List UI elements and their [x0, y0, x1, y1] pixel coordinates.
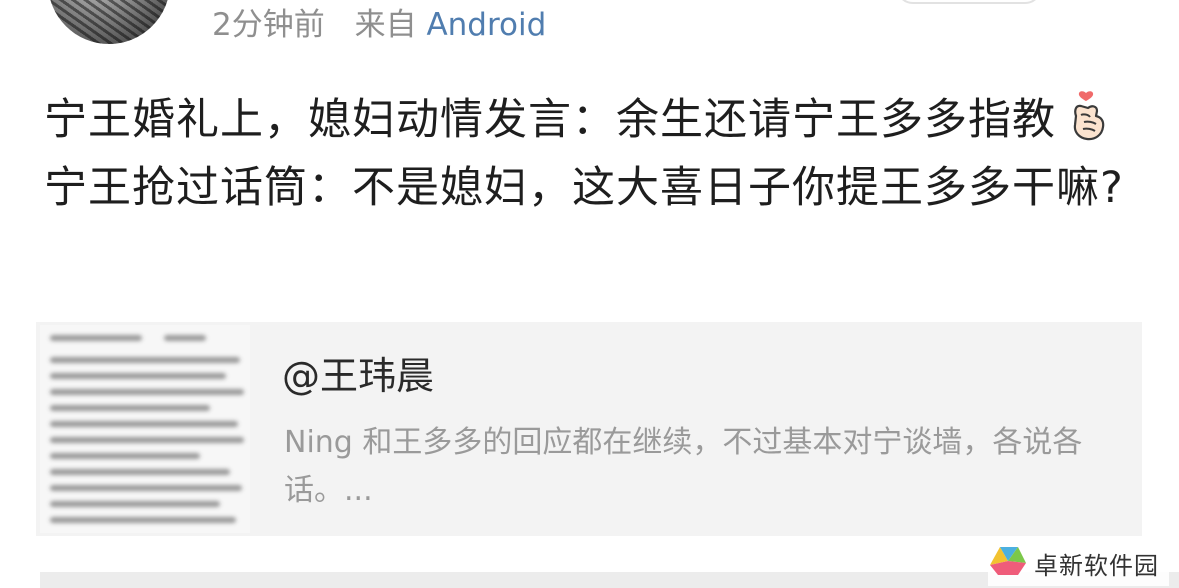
post-meta: 2分钟前 来自 Android — [212, 5, 546, 45]
source-label: 来自 — [354, 7, 417, 43]
link-card-title: @王玮晨 — [282, 354, 435, 398]
source-link[interactable]: Android — [426, 7, 546, 43]
post-text-part1: 宁王婚礼上，媳妇动情发言：余生还请宁王多多指教 — [44, 95, 1056, 145]
follow-button[interactable] — [896, 0, 1042, 4]
watermark-logo-icon — [988, 543, 1028, 583]
post-time: 2分钟前 — [212, 7, 325, 43]
author-avatar[interactable] — [48, 0, 170, 44]
watermark: 卓新软件园 — [988, 540, 1169, 586]
watermark-text: 卓新软件园 — [1034, 551, 1159, 580]
post-text-part2: 宁王抢过话筒：不是媳妇，这大喜日子你提王多多干嘛? — [44, 163, 1124, 213]
post-text: 宁王婚礼上，媳妇动情发言：余生还请宁王多多指教 宁王抢过话筒：不是媳妇，这大喜日… — [44, 86, 1134, 222]
link-card[interactable]: @王玮晨 Ning 和王多多的回应都在继续，不过基本对宁谈墙，各说各话。... — [36, 322, 1142, 536]
link-card-thumbnail — [40, 325, 250, 533]
link-card-description: Ning 和王多多的回应都在继续，不过基本对宁谈墙，各说各话。... — [284, 425, 1083, 508]
finger-heart-emoji-icon — [1066, 90, 1110, 142]
